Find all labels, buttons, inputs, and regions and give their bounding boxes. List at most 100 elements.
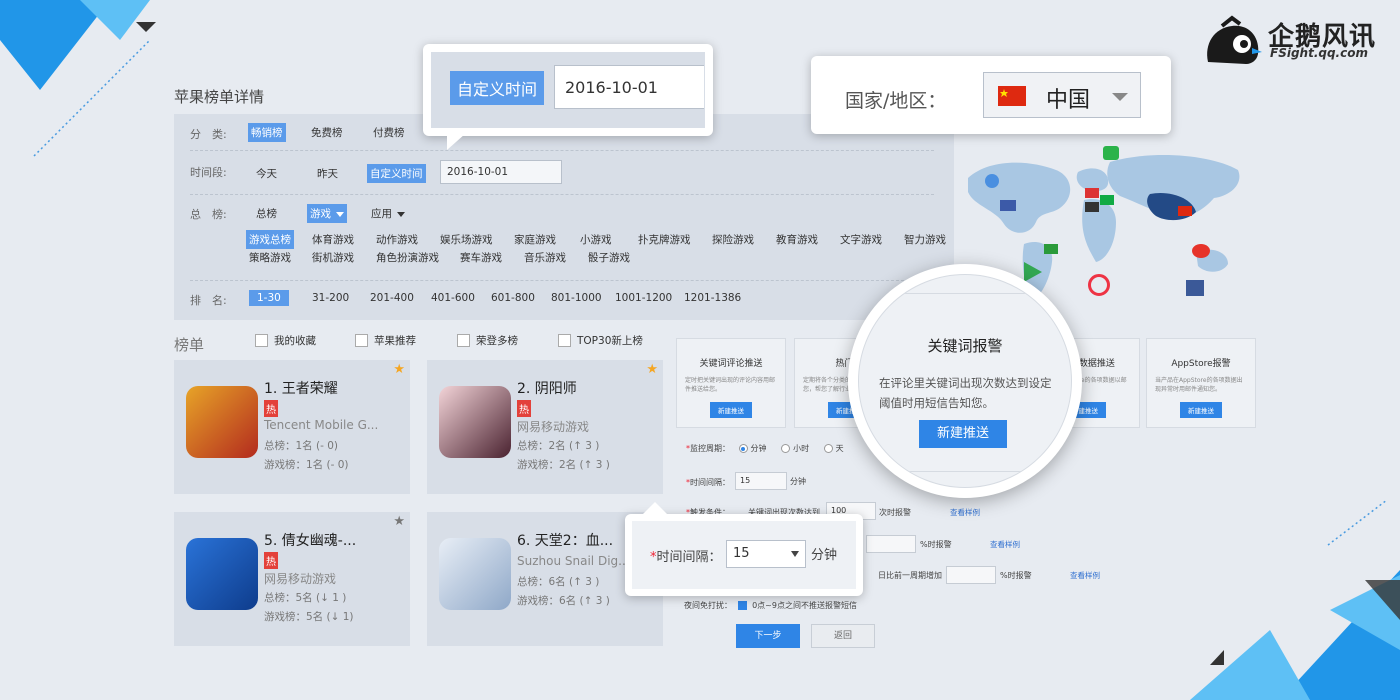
- flag-icon: [1178, 206, 1192, 216]
- pct-suffix: %时报警: [920, 540, 952, 549]
- genre-item[interactable]: 智力游戏: [904, 232, 946, 247]
- app-total-rank: 总榜：1名 (- 0): [264, 440, 339, 452]
- app-name[interactable]: 5. 倩女幽魂-...: [264, 530, 356, 550]
- compare-input[interactable]: [946, 566, 996, 584]
- back-button[interactable]: 返回: [811, 624, 875, 648]
- divider: [190, 280, 934, 281]
- rank-range[interactable]: 1201-1386: [684, 292, 741, 304]
- genre-item[interactable]: 游戏总榜: [246, 230, 294, 249]
- rank-range[interactable]: 201-400: [370, 292, 414, 304]
- favorite-star-icon[interactable]: ★: [393, 514, 405, 529]
- genre-item[interactable]: 音乐游戏: [524, 250, 566, 265]
- divider: [859, 293, 1071, 294]
- app-name[interactable]: 1. 王者荣耀: [264, 378, 338, 398]
- threshold-input[interactable]: [866, 535, 916, 553]
- checkbox-icon: [558, 334, 571, 347]
- interval-select-small[interactable]: 15: [735, 472, 787, 490]
- view-example-link[interactable]: 查看样例: [950, 507, 980, 518]
- app-name[interactable]: 6. 天堂2：血...: [517, 530, 613, 550]
- chart-apps-dropdown[interactable]: 应用: [371, 206, 405, 221]
- hot-badge: 热: [264, 552, 278, 569]
- rank-range[interactable]: 31-200: [312, 292, 349, 304]
- app-icon: [439, 538, 511, 610]
- genre-item[interactable]: 动作游戏: [376, 232, 418, 247]
- chart-total[interactable]: 总榜: [256, 206, 277, 221]
- app-card[interactable]: ★ 5. 倩女幽魂-... 热 网易移动游戏 总榜：5名 (↓ 1 ) 游戏榜：…: [174, 512, 410, 646]
- divider: [190, 194, 934, 195]
- genre-item[interactable]: 角色扮演游戏: [376, 250, 439, 265]
- custom-date-input-zoom[interactable]: 2016-10-01: [554, 65, 704, 109]
- chevron-down-icon: [1112, 93, 1128, 101]
- chevron-down-icon: [397, 211, 405, 217]
- next-button[interactable]: 下一步: [736, 624, 800, 648]
- interval-select-zoom[interactable]: 15: [726, 540, 806, 568]
- rank-range[interactable]: 1-30: [249, 290, 289, 306]
- penguin-icon: [1207, 15, 1262, 64]
- chart-games-dropdown[interactable]: 游戏: [307, 204, 347, 223]
- checkbox-label: 我的收藏: [274, 335, 316, 347]
- app-developer: Suzhou Snail Dig...: [517, 554, 630, 568]
- genre-item[interactable]: 街机游戏: [312, 250, 354, 265]
- checkbox-favorites[interactable]: 我的收藏: [255, 333, 316, 348]
- genre-item[interactable]: 骰子游戏: [588, 250, 630, 265]
- radio-hour[interactable]: [781, 444, 791, 453]
- callout-custom-date: 自定义时间 2016-10-01: [423, 44, 713, 150]
- checkbox-icon: [255, 334, 268, 347]
- app-developer: 网易移动游戏: [517, 420, 590, 434]
- divider: [859, 471, 1071, 472]
- category-bestseller[interactable]: 畅销榜: [248, 123, 286, 142]
- category-label: 分 类:: [190, 128, 227, 141]
- genre-item[interactable]: 娱乐场游戏: [440, 232, 493, 247]
- period-today[interactable]: 今天: [256, 166, 277, 181]
- new-push-button[interactable]: 新建推送: [1180, 402, 1222, 418]
- checkbox-label: TOP30新上榜: [577, 335, 643, 347]
- rank-range[interactable]: 601-800: [491, 292, 535, 304]
- rank-range[interactable]: 401-600: [431, 292, 475, 304]
- genre-item[interactable]: 策略游戏: [249, 250, 291, 265]
- compare-text: 日比前一周期增加: [878, 571, 942, 580]
- app-developer: 网易移动游戏: [264, 572, 337, 586]
- genre-item[interactable]: 家庭游戏: [514, 232, 556, 247]
- view-example-link[interactable]: 查看样例: [1070, 570, 1100, 581]
- rank-range[interactable]: 801-1000: [551, 292, 602, 304]
- genre-item[interactable]: 赛车游戏: [460, 250, 502, 265]
- trigger-suffix: 次时报警: [879, 508, 911, 517]
- radio-label: 天: [835, 444, 844, 453]
- checkbox-apple-recommend[interactable]: 苹果推荐: [355, 333, 416, 348]
- custom-date-tag[interactable]: 自定义时间: [450, 71, 545, 105]
- app-name[interactable]: 2. 阴阳师: [517, 378, 577, 398]
- flag-icon: [1044, 244, 1058, 254]
- genre-item[interactable]: 扑克牌游戏: [638, 232, 691, 247]
- genre-item[interactable]: 体育游戏: [312, 232, 354, 247]
- genre-item[interactable]: 探险游戏: [712, 232, 754, 247]
- checkbox-top30-new[interactable]: TOP30新上榜: [558, 333, 643, 348]
- region-select[interactable]: 中国: [983, 72, 1141, 118]
- dropdown-arrow-icon: [791, 551, 799, 557]
- genre-item[interactable]: 教育游戏: [776, 232, 818, 247]
- rank-range[interactable]: 1001-1200: [615, 292, 672, 304]
- period-custom[interactable]: 自定义时间: [367, 164, 426, 183]
- checkbox-checked-icon[interactable]: [737, 601, 747, 610]
- period-yesterday[interactable]: 昨天: [317, 166, 338, 181]
- category-paid[interactable]: 付费榜: [373, 125, 405, 140]
- new-push-button[interactable]: 新建推送: [919, 420, 1007, 448]
- favorite-star-icon[interactable]: ★: [646, 362, 658, 377]
- app-card[interactable]: ★ 1. 王者荣耀 热 Tencent Mobile G... 总榜：1名 (-…: [174, 360, 410, 494]
- hot-badge: 热: [517, 400, 531, 417]
- radio-label: 小时: [793, 444, 810, 453]
- new-push-button[interactable]: 新建推送: [710, 402, 752, 418]
- radio-minute[interactable]: [738, 444, 748, 453]
- checkbox-multi-chart[interactable]: 荣登多榜: [457, 333, 518, 348]
- push-card-title: AppStore报警: [1171, 359, 1231, 369]
- category-free[interactable]: 免费榜: [311, 125, 343, 140]
- genre-item[interactable]: 小游戏: [580, 232, 612, 247]
- app-developer: Tencent Mobile G...: [264, 418, 379, 432]
- view-example-link[interactable]: 查看样例: [990, 539, 1020, 550]
- push-card-desc: 当产品在AppStore的各项数据出现异常时用邮件通知您。: [1155, 377, 1243, 393]
- genre-item[interactable]: 文字游戏: [840, 232, 882, 247]
- favorite-star-icon[interactable]: ★: [393, 362, 405, 377]
- checkbox-label: 苹果推荐: [374, 335, 416, 347]
- app-card[interactable]: ★ 2. 阴阳师 热 网易移动游戏 总榜：2名 (↑ 3 ) 游戏榜：2名 (↑…: [427, 360, 663, 494]
- radio-day[interactable]: [823, 444, 833, 453]
- date-input[interactable]: 2016-10-01: [440, 160, 562, 184]
